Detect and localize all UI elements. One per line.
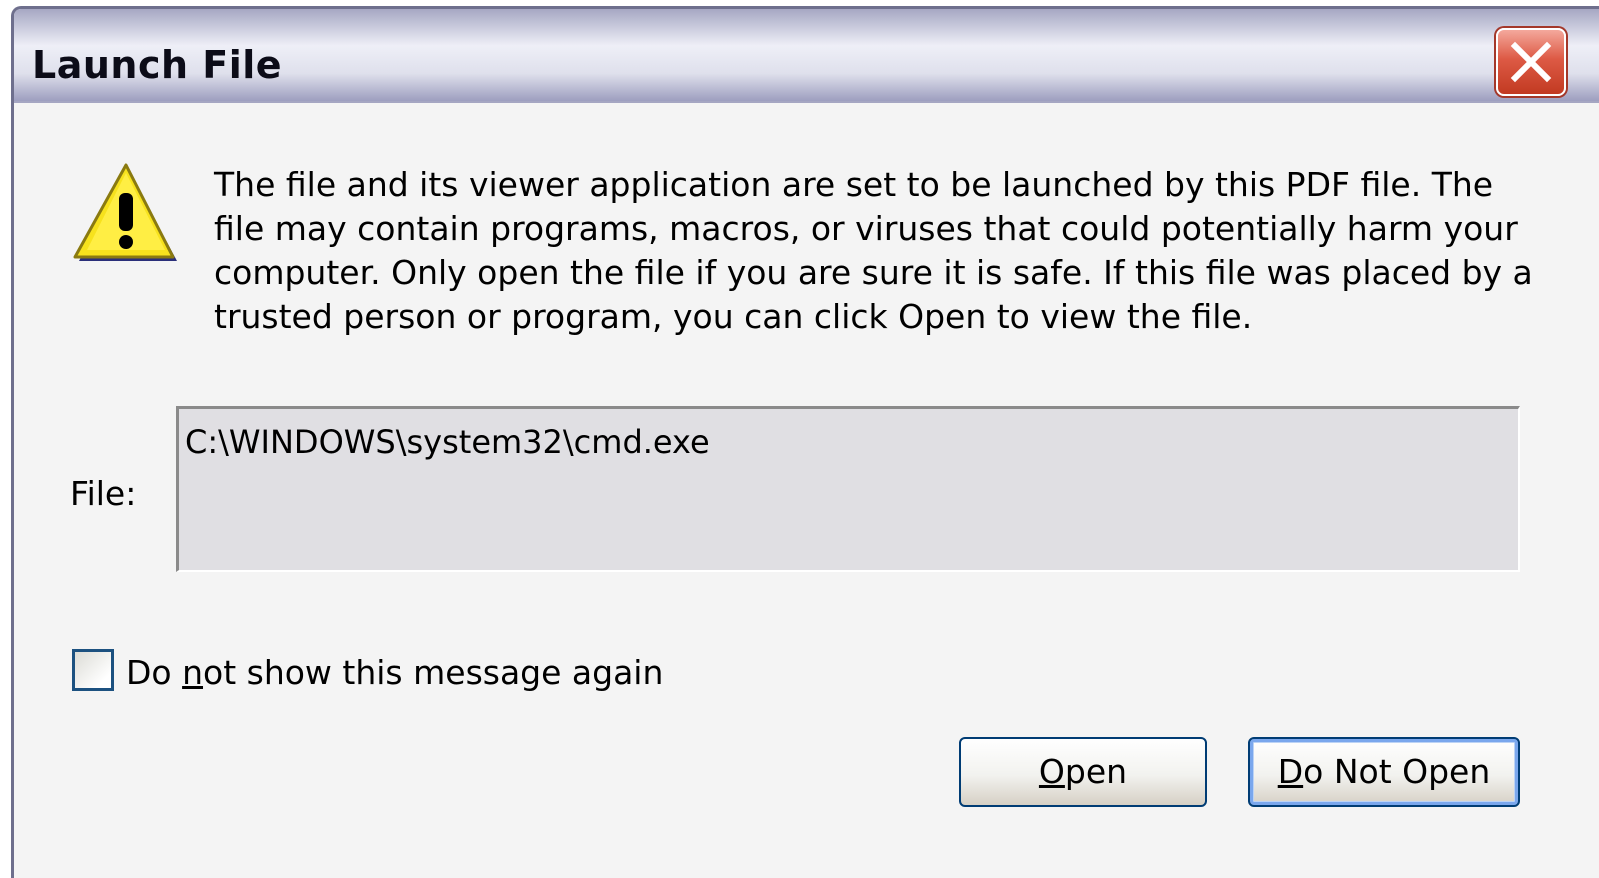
title-bar[interactable]: Launch File	[14, 9, 1599, 103]
warning-message: The file and its viewer application are …	[214, 165, 1533, 336]
dont-show-again-label[interactable]: Do not show this message again	[126, 653, 663, 692]
file-path-field[interactable]: C:\WINDOWS\system32\cmd.exe	[176, 406, 1520, 572]
do-not-open-button[interactable]: Do Not Open	[1248, 737, 1520, 807]
close-icon	[1510, 41, 1552, 83]
file-label: File:	[70, 474, 137, 513]
open-button[interactable]: Open	[959, 737, 1207, 807]
dont-show-again-checkbox[interactable]	[72, 649, 114, 691]
launch-file-dialog: Launch File The file and its viewer appl…	[11, 6, 1599, 878]
warning-icon	[73, 163, 177, 261]
dialog-title: Launch File	[32, 43, 283, 87]
close-button[interactable]	[1496, 28, 1566, 96]
